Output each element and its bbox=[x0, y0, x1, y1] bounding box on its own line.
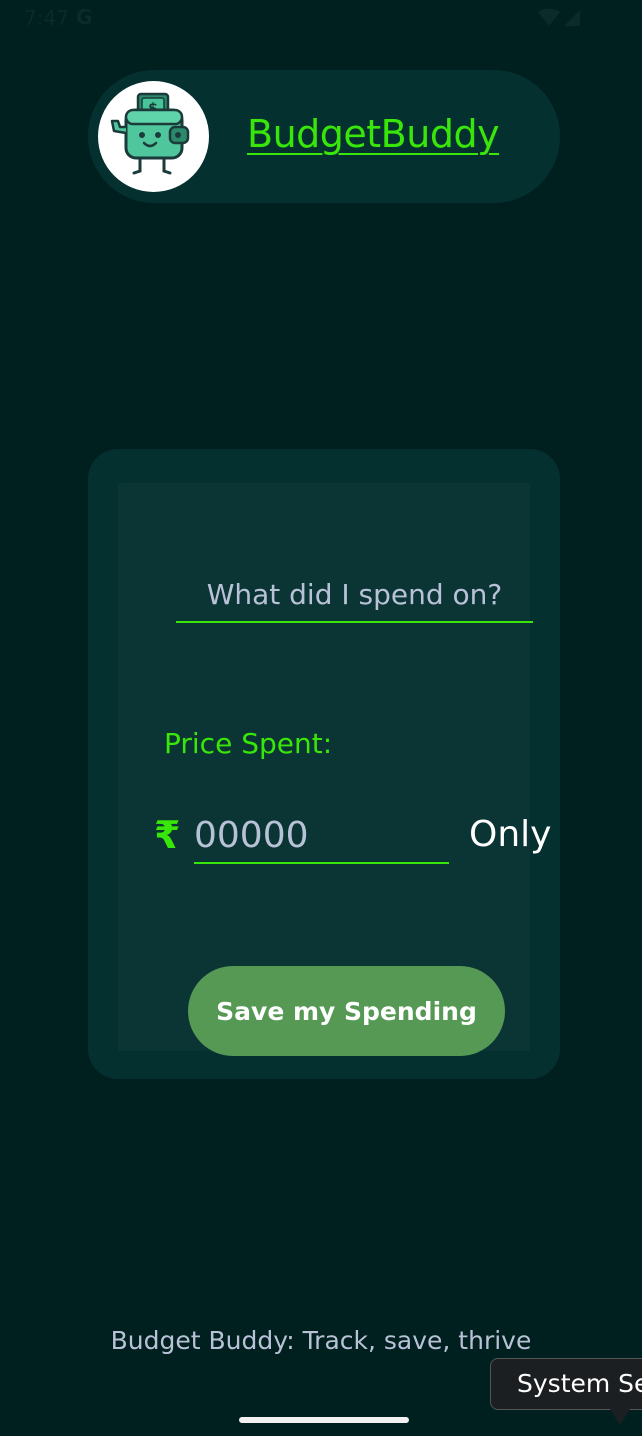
price-input[interactable] bbox=[194, 808, 449, 862]
status-time: 7:47 bbox=[24, 6, 69, 30]
wifi-icon bbox=[538, 8, 560, 26]
app-screen: 7:47 G $ bbox=[0, 0, 642, 1436]
footer-tagline: Budget Buddy: Track, save, thrive bbox=[110, 1326, 532, 1355]
save-spending-button[interactable]: Save my Spending bbox=[188, 966, 505, 1056]
price-suffix-label: Only bbox=[469, 814, 552, 855]
tooltip-arrow bbox=[610, 1409, 630, 1425]
signal-icons bbox=[538, 8, 580, 26]
spending-form-card: Price Spent: ₹ Only Save my Spending bbox=[88, 449, 560, 1079]
tooltip-text: System Se bbox=[517, 1369, 642, 1398]
logo: $ bbox=[98, 81, 209, 192]
google-icon: G bbox=[76, 5, 93, 29]
spend-item-input[interactable] bbox=[176, 567, 533, 621]
tooltip: System Se bbox=[490, 1358, 642, 1410]
rupee-icon: ₹ bbox=[154, 813, 181, 857]
price-field bbox=[194, 808, 449, 864]
app-title-link[interactable]: BudgetBuddy bbox=[247, 112, 500, 156]
form-panel: Price Spent: ₹ Only Save my Spending bbox=[118, 483, 551, 1056]
signal-icon bbox=[564, 10, 580, 26]
spend-item-field bbox=[176, 567, 533, 623]
app-header: $ BudgetBuddy bbox=[88, 70, 560, 203]
status-bar: 7:47 G bbox=[0, 0, 642, 36]
wallet-mascot-icon: $ bbox=[110, 92, 190, 175]
price-label: Price Spent: bbox=[164, 727, 333, 760]
gesture-nav-handle[interactable] bbox=[239, 1417, 409, 1423]
